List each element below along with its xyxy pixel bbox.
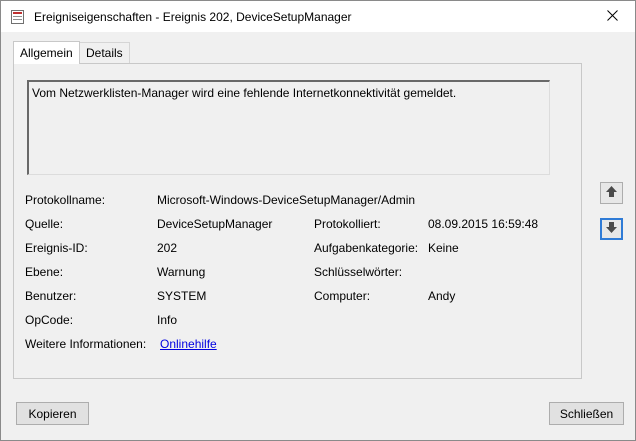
opcode-value[interactable]: Info — [157, 313, 177, 327]
keywords-label: Schlüsselwörter: — [314, 265, 403, 279]
logged-label: Protokolliert: — [314, 217, 381, 231]
event-properties-window: Ereigniseigenschaften - Ereignis 202, De… — [0, 0, 636, 441]
event-id-label: Ereignis-ID: — [25, 241, 88, 255]
general-panel: Vom Netzwerklisten-Manager wird eine feh… — [13, 63, 582, 379]
close-icon — [606, 9, 618, 24]
task-category-value[interactable]: Keine — [428, 241, 459, 255]
arrow-up-icon — [605, 185, 618, 201]
window-title: Ereigniseigenschaften - Ereignis 202, De… — [34, 10, 352, 24]
source-value[interactable]: DeviceSetupManager — [157, 217, 272, 231]
source-label: Quelle: — [25, 217, 64, 231]
close-window-button[interactable] — [589, 1, 635, 32]
level-value[interactable]: Warnung — [157, 265, 205, 279]
log-name-label: Protokollname: — [25, 193, 106, 207]
copy-button[interactable]: Kopieren — [16, 402, 89, 425]
computer-value[interactable]: Andy — [428, 289, 455, 303]
logged-value[interactable]: 08.09.2015 16:59:48 — [428, 217, 538, 231]
opcode-label: OpCode: — [25, 313, 74, 327]
tab-details[interactable]: Details — [79, 42, 130, 63]
previous-event-button[interactable] — [600, 182, 623, 204]
more-info-label: Weitere Informationen: — [25, 337, 147, 351]
level-label: Ebene: — [25, 265, 64, 279]
next-event-button[interactable] — [600, 218, 623, 240]
computer-label: Computer: — [314, 289, 371, 303]
online-help-link[interactable]: Onlinehilfe — [160, 337, 217, 351]
event-id-value[interactable]: 202 — [157, 241, 177, 255]
title-bar: Ereigniseigenschaften - Ereignis 202, De… — [1, 1, 635, 32]
user-value[interactable]: SYSTEM — [157, 289, 206, 303]
log-name-value[interactable]: Microsoft-Windows-DeviceSetupManager/Adm… — [157, 193, 415, 207]
tab-general[interactable]: Allgemein — [13, 41, 80, 64]
arrow-down-icon — [605, 221, 618, 237]
close-button[interactable]: Schließen — [549, 402, 624, 425]
event-viewer-icon — [11, 10, 24, 24]
event-description[interactable]: Vom Netzwerklisten-Manager wird eine feh… — [27, 80, 550, 175]
user-label: Benutzer: — [25, 289, 77, 303]
task-category-label: Aufgabenkategorie: — [314, 241, 419, 255]
